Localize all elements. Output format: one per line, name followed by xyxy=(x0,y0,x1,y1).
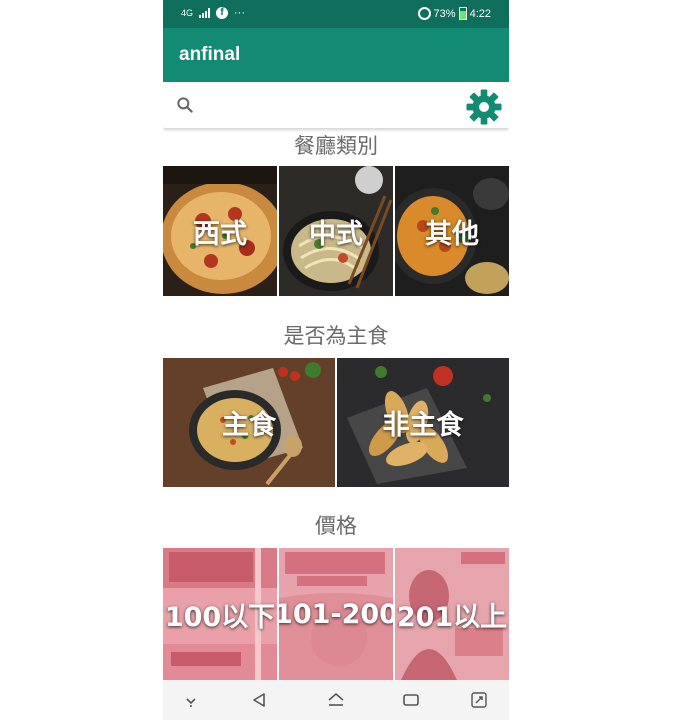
system-nav-bar xyxy=(163,680,509,720)
signal-icon xyxy=(199,8,211,18)
tile-label: 西式 xyxy=(193,218,247,250)
status-right: 73% 4:22 xyxy=(417,7,491,20)
tile-non-staple[interactable]: 非主食 xyxy=(337,358,509,487)
tile-staple[interactable]: 主食 xyxy=(163,358,335,487)
tile-price-101-200[interactable]: 101-200 xyxy=(279,548,393,680)
network-type: 4G xyxy=(181,8,194,18)
tile-label: 中式 xyxy=(309,218,363,250)
tile-chinese[interactable]: 中式 xyxy=(279,166,393,296)
facebook-icon: f xyxy=(216,7,229,19)
status-left: 4G f ··· xyxy=(181,7,245,19)
tile-label: 101-200 xyxy=(279,598,393,630)
more-notifications: ··· xyxy=(234,7,246,19)
nav-home-icon[interactable] xyxy=(326,690,346,710)
nav-down-icon[interactable] xyxy=(181,690,201,710)
tile-label: 100以下 xyxy=(164,601,276,633)
section-title-category: 餐廳類別 xyxy=(294,134,378,158)
tile-other[interactable]: 其他 xyxy=(395,166,509,296)
tile-label: 非主食 xyxy=(382,410,464,441)
nav-back-icon[interactable] xyxy=(249,690,269,710)
phone-screen: 4G f ··· 73% 4:22 anfinal 餐廳類別 西式 中式 其他 … xyxy=(163,0,509,720)
tile-price-under-100[interactable]: 100以下 xyxy=(163,548,277,680)
section-title-staple: 是否為主食 xyxy=(283,324,389,348)
battery-percent: 73% xyxy=(433,7,456,20)
app-bar: anfinal xyxy=(163,28,509,82)
search-bar xyxy=(163,84,509,128)
nav-rotate-icon[interactable] xyxy=(469,690,489,710)
section-title-price: 價格 xyxy=(315,514,357,538)
gear-icon[interactable] xyxy=(464,87,504,127)
clock: 4:22 xyxy=(469,7,491,20)
tile-label: 201以上 xyxy=(396,601,508,633)
search-input[interactable] xyxy=(203,92,457,122)
nav-recents-icon[interactable] xyxy=(401,690,421,710)
tile-label: 主食 xyxy=(222,410,276,441)
search-icon[interactable] xyxy=(175,95,195,115)
sync-icon xyxy=(417,7,431,20)
tile-western[interactable]: 西式 xyxy=(163,166,277,296)
battery-icon xyxy=(458,7,467,20)
status-bar: 4G f ··· 73% 4:22 xyxy=(163,0,509,28)
app-title: anfinal xyxy=(179,44,241,65)
tile-price-over-201[interactable]: 201以上 xyxy=(395,548,509,680)
tile-label: 其他 xyxy=(425,218,479,250)
